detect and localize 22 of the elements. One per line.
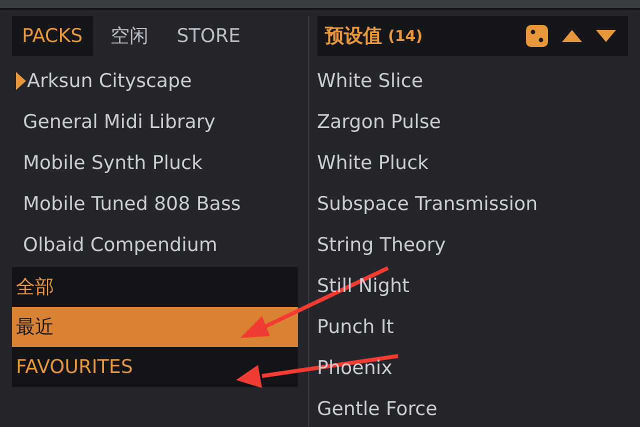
- preset-item[interactable]: White Slice: [317, 60, 424, 101]
- preset-count: (14): [388, 27, 424, 45]
- preset-item[interactable]: Zargon Pulse: [317, 101, 441, 142]
- preset-item[interactable]: Subspace Transmission: [317, 183, 538, 224]
- preset-item[interactable]: Phoenix: [317, 347, 392, 388]
- pack-item[interactable]: Mobile Synth Pluck: [12, 142, 300, 183]
- preset-item[interactable]: String Theory: [317, 224, 446, 265]
- category-item[interactable]: 最近: [12, 307, 298, 347]
- preset-item[interactable]: Gentle Force: [317, 388, 438, 427]
- category-item[interactable]: 全部: [12, 267, 298, 307]
- tab[interactable]: STORE: [166, 16, 251, 56]
- pack-item[interactable]: Olbaid Compendium: [12, 224, 300, 265]
- presets-title: 预设值: [325, 24, 382, 49]
- pack-item[interactable]: Arksun Cityscape: [12, 60, 300, 101]
- preset-item[interactable]: Punch It: [317, 306, 394, 347]
- preset-item[interactable]: Still Night: [317, 265, 410, 306]
- pack-item[interactable]: General Midi Library: [12, 101, 300, 142]
- pack-item[interactable]: Mobile Tuned 808 Bass: [12, 183, 300, 224]
- category-item[interactable]: FAVOURITES: [12, 347, 298, 387]
- preset-item[interactable]: White Pluck: [317, 142, 429, 183]
- tab[interactable]: PACKS: [12, 16, 93, 56]
- tab[interactable]: 空闲: [100, 16, 159, 56]
